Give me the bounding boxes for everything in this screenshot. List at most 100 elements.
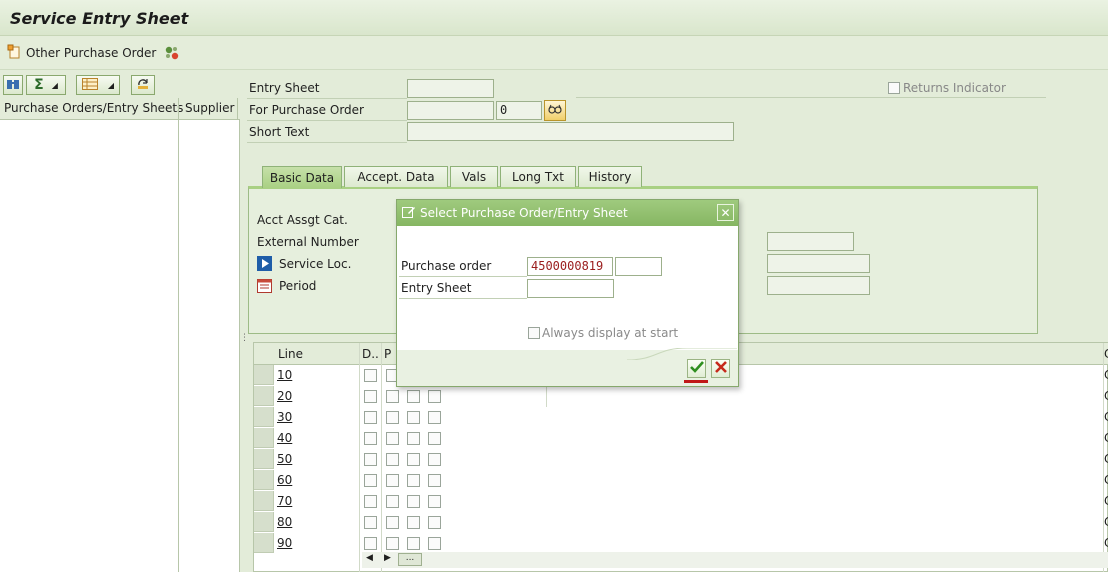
basic-data-field[interactable] — [767, 276, 870, 295]
line-number-link[interactable]: 30 — [277, 410, 292, 424]
row-checkbox[interactable] — [386, 495, 399, 508]
column-header-cut-off: C — [1104, 347, 1108, 361]
tree-toolbar: Σ ◢ ◢ — [0, 70, 240, 98]
row-selector[interactable] — [254, 470, 274, 490]
row-selector[interactable] — [254, 533, 274, 553]
entry-sheet-field[interactable] — [407, 79, 494, 98]
table-row: 90 C — [254, 533, 1108, 554]
row-checkbox[interactable] — [407, 474, 420, 487]
tab-basic-data[interactable]: Basic Data — [262, 166, 342, 188]
line-number-link[interactable]: 70 — [277, 494, 292, 508]
row-checkbox[interactable] — [407, 537, 420, 550]
refresh-icon — [136, 78, 150, 93]
line-number-link[interactable]: 10 — [277, 368, 292, 382]
row-checkbox[interactable] — [386, 537, 399, 550]
row-selector[interactable] — [254, 449, 274, 469]
scroll-thumb[interactable]: ... — [398, 553, 422, 566]
column-header-d[interactable]: D.. — [362, 347, 379, 361]
row-checkbox[interactable] — [364, 369, 377, 382]
for-purchase-order-item-field[interactable]: 0 — [496, 101, 542, 120]
layout-button[interactable]: ◢ — [76, 75, 120, 95]
continue-button[interactable] — [687, 359, 706, 378]
row-checkbox[interactable] — [364, 432, 377, 445]
row-checkbox[interactable] — [364, 474, 377, 487]
search-help-button[interactable] — [544, 100, 566, 121]
row-checkbox[interactable] — [386, 474, 399, 487]
row-checkbox[interactable] — [428, 432, 441, 445]
scroll-right-arrow-icon[interactable]: ▶ — [384, 553, 391, 563]
row-checkbox[interactable] — [364, 537, 377, 550]
pane-splitter-handle[interactable]: ⋮ — [240, 334, 249, 356]
calendar-icon[interactable] — [257, 278, 272, 293]
row-checkbox[interactable] — [364, 411, 377, 424]
dialog-close-button[interactable]: ✕ — [717, 204, 734, 221]
row-selector[interactable] — [254, 512, 274, 532]
dialog-entry-sheet-field[interactable] — [527, 279, 614, 298]
tab-accept-data[interactable]: Accept. Data — [344, 166, 448, 187]
always-display-checkbox[interactable]: Always display at start — [528, 326, 678, 340]
refresh-button[interactable] — [131, 75, 155, 95]
row-checkbox[interactable] — [407, 432, 420, 445]
cancel-x-icon — [714, 361, 727, 376]
line-number-link[interactable]: 50 — [277, 452, 292, 466]
purchase-order-field[interactable]: 4500000819 — [527, 257, 613, 276]
row-checkbox[interactable] — [428, 516, 441, 529]
row-checkbox[interactable] — [428, 474, 441, 487]
row-checkbox[interactable] — [364, 516, 377, 529]
services-icon[interactable] — [163, 44, 181, 62]
row-selector[interactable] — [254, 407, 274, 427]
row-checkbox[interactable] — [428, 495, 441, 508]
line-number-link[interactable]: 90 — [277, 536, 292, 550]
row-checkbox[interactable] — [386, 411, 399, 424]
horizontal-scrollbar[interactable]: ◀ ▶ ... — [362, 552, 1108, 568]
row-checkbox[interactable] — [386, 453, 399, 466]
service-loc-expand-icon[interactable] — [257, 256, 272, 271]
table-row: 70 C — [254, 491, 1108, 512]
line-number-link[interactable]: 80 — [277, 515, 292, 529]
row-checkbox[interactable] — [407, 495, 420, 508]
row-selector[interactable] — [254, 491, 274, 511]
returns-indicator-checkbox[interactable]: Returns Indicator — [888, 81, 1006, 95]
row-checkbox[interactable] — [364, 390, 377, 403]
row-selector[interactable] — [254, 365, 274, 385]
row-checkbox[interactable] — [407, 411, 420, 424]
row-checkbox[interactable] — [407, 390, 420, 403]
tab-long-txt[interactable]: Long Txt — [500, 166, 576, 187]
row-checkbox[interactable] — [364, 453, 377, 466]
checkbox-box — [888, 82, 900, 94]
column-header-supplier[interactable]: Supplier — [185, 101, 234, 115]
row-checkbox[interactable] — [407, 516, 420, 529]
row-checkbox[interactable] — [428, 453, 441, 466]
row-checkbox[interactable] — [364, 495, 377, 508]
application-toolbar: Other Purchase Order — [0, 36, 1108, 70]
find-button[interactable] — [3, 75, 23, 95]
line-number-link[interactable]: 60 — [277, 473, 292, 487]
cut-off-cell: C — [1104, 536, 1108, 550]
scroll-left-arrow-icon[interactable]: ◀ — [366, 553, 373, 563]
row-checkbox[interactable] — [428, 411, 441, 424]
basic-data-field[interactable] — [767, 254, 870, 273]
for-purchase-order-field[interactable] — [407, 101, 494, 120]
row-selector[interactable] — [254, 386, 274, 406]
row-checkbox[interactable] — [407, 453, 420, 466]
row-checkbox[interactable] — [386, 432, 399, 445]
row-checkbox[interactable] — [386, 516, 399, 529]
cancel-button[interactable] — [711, 359, 730, 378]
row-checkbox[interactable] — [428, 390, 441, 403]
tab-history[interactable]: History — [578, 166, 642, 187]
other-purchase-order-button[interactable]: Other Purchase Order — [7, 43, 156, 63]
cut-off-cell: C — [1104, 473, 1108, 487]
row-checkbox[interactable] — [428, 537, 441, 550]
column-header-p[interactable]: P — [384, 347, 391, 361]
column-header-line[interactable]: Line — [278, 347, 303, 361]
tab-vals[interactable]: Vals — [450, 166, 498, 187]
row-checkbox[interactable] — [386, 390, 399, 403]
column-header-po-entry-sheets[interactable]: Purchase Orders/Entry Sheets — [4, 101, 183, 115]
row-selector[interactable] — [254, 428, 274, 448]
purchase-order-item-field[interactable] — [615, 257, 662, 276]
short-text-field[interactable] — [407, 122, 734, 141]
line-number-link[interactable]: 20 — [277, 389, 292, 403]
line-number-link[interactable]: 40 — [277, 431, 292, 445]
basic-data-field[interactable] — [767, 232, 854, 251]
sum-button[interactable]: Σ ◢ — [26, 75, 66, 95]
